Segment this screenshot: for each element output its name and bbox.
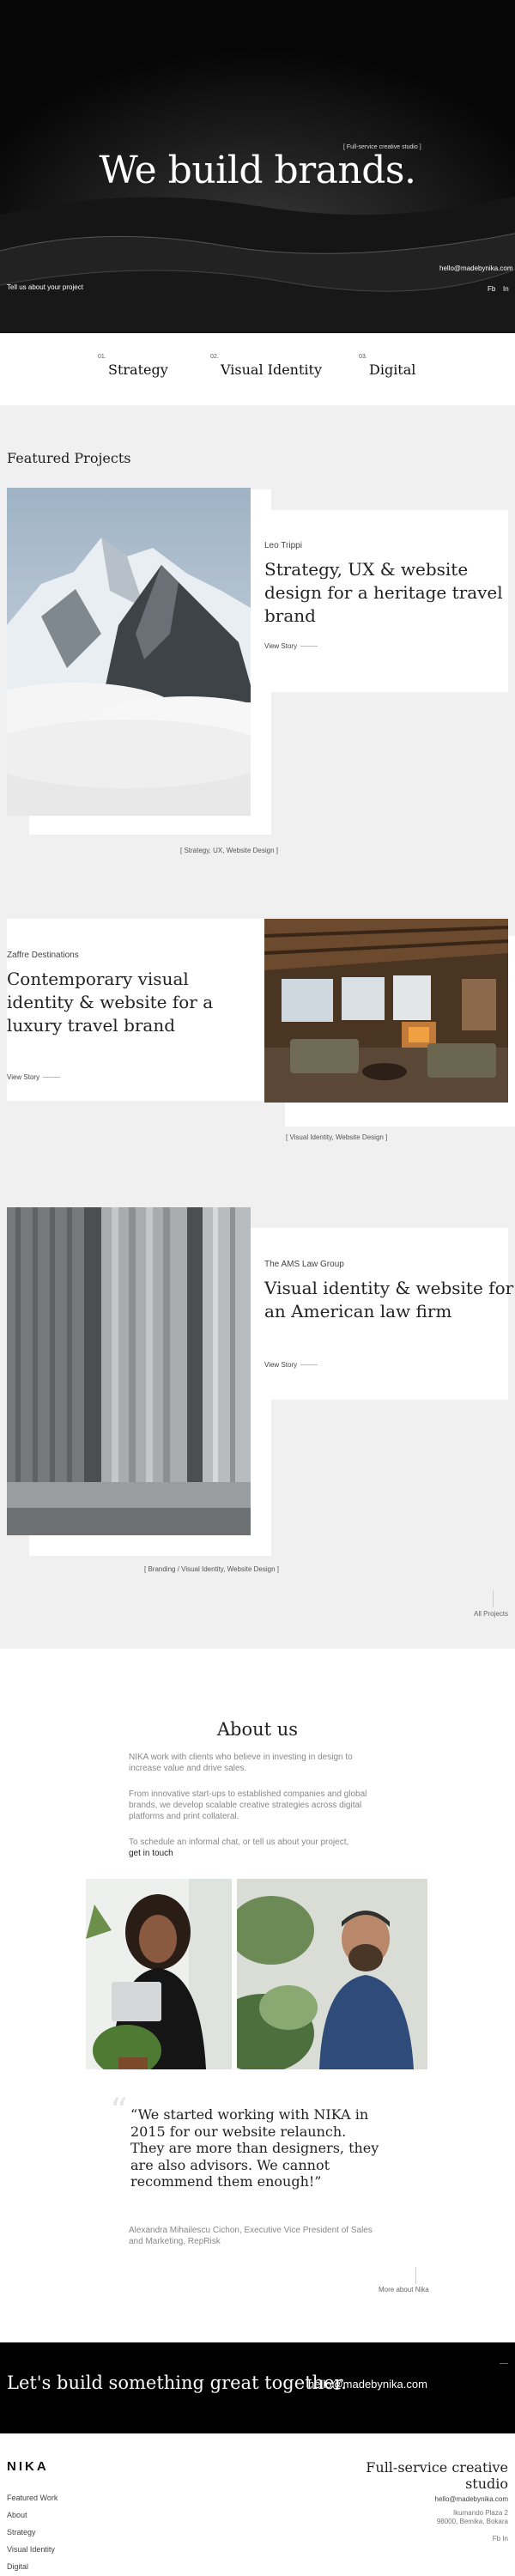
service-visual-identity[interactable]: Visual Identity xyxy=(221,361,322,378)
project-title-link[interactable]: Contemporary visual identity & website f… xyxy=(7,968,249,1037)
footer-email-link[interactable]: hello@madebynika.com xyxy=(343,2495,509,2503)
cta-text: Let's build something great together. xyxy=(7,2372,347,2393)
mountain-image[interactable] xyxy=(0,488,282,816)
project-tags: [ Branding / Visual Identity, Website De… xyxy=(144,1565,279,1573)
quote-mark-icon: “ xyxy=(110,2092,128,2131)
facebook-link[interactable]: Fb xyxy=(488,285,495,293)
about-paragraph: NIKA work with clients who believe in in… xyxy=(129,1753,353,1773)
service-digital[interactable]: Digital xyxy=(369,361,415,378)
footer-tagline: Full-service creative studio xyxy=(366,2459,508,2492)
linkedin-link[interactable]: In xyxy=(503,285,509,293)
service-number: 01. xyxy=(98,354,106,360)
project-title-link[interactable]: Visual identity & website for an America… xyxy=(264,1277,515,1323)
project-tags: [ Visual Identity, Website Design ] xyxy=(286,1133,388,1141)
divider xyxy=(300,646,318,647)
footer-nav-digital[interactable]: Digital xyxy=(7,2562,28,2571)
footer-address-line: Ikumando Plaza 2 xyxy=(452,2509,508,2517)
divider xyxy=(415,2267,416,2284)
about-paragraph: To schedule an informal chat, or tell us… xyxy=(129,1838,349,1847)
hero-title: We build brands. xyxy=(99,149,416,192)
footer-nav-about[interactable]: About xyxy=(7,2511,27,2519)
footer-address-line: 98000, Bemika, Bokara xyxy=(436,2518,508,2525)
project-title-link[interactable]: Strategy, UX & website design for a heri… xyxy=(264,558,506,628)
cta-email-link[interactable]: hello@madebynika.com xyxy=(308,2378,427,2391)
featured-heading: Featured Projects xyxy=(7,450,131,466)
get-in-touch-link[interactable]: get in touch xyxy=(129,1848,173,1859)
view-story-link[interactable]: View Story xyxy=(7,1073,39,1081)
footer-nav-strategy[interactable]: Strategy xyxy=(7,2528,36,2537)
tell-us-link[interactable]: Tell us about your project xyxy=(7,283,83,291)
about-heading: About us xyxy=(216,1719,299,1740)
hero-email-link[interactable]: hello@madebynika.com xyxy=(439,264,513,272)
logo[interactable]: NIKA xyxy=(7,2459,49,2474)
divider xyxy=(493,1590,494,1607)
project-client: The AMS Law Group xyxy=(264,1260,344,1269)
divider xyxy=(300,1364,318,1365)
view-story-link[interactable]: View Story xyxy=(264,1361,297,1369)
service-strategy[interactable]: Strategy xyxy=(108,361,168,378)
footer-nav-featured-work[interactable]: Featured Work xyxy=(7,2494,58,2502)
about-paragraph: From innovative start-ups to established… xyxy=(129,1789,367,1821)
team-photo-man xyxy=(211,1879,427,2073)
all-projects-link[interactable]: All Projects xyxy=(474,1610,508,1618)
columns-image[interactable] xyxy=(7,1207,251,1535)
footer-social-links[interactable]: Fb In xyxy=(343,2535,508,2543)
project-client: Leo Trippi xyxy=(264,541,302,550)
service-number: 02. xyxy=(210,354,219,360)
service-number: 03. xyxy=(359,354,367,360)
divider xyxy=(500,2363,508,2364)
testimonial-author: Alexandra Mihailescu Cichon, Executive V… xyxy=(129,2226,373,2246)
living-room-image[interactable] xyxy=(264,919,509,1103)
project-tags: [ Strategy, UX, Website Design ] xyxy=(180,847,278,854)
more-about-link[interactable]: More about Nika xyxy=(379,2286,429,2293)
divider xyxy=(43,1077,60,1078)
testimonial-quote: “We started working with NIKA in 2015 fo… xyxy=(130,2106,379,2190)
view-story-link[interactable]: View Story xyxy=(264,642,297,650)
team-photo-woman xyxy=(86,1879,232,2076)
project-client: Zaffre Destinations xyxy=(7,951,79,960)
footer-nav-visual-identity[interactable]: Visual Identity xyxy=(7,2545,55,2554)
